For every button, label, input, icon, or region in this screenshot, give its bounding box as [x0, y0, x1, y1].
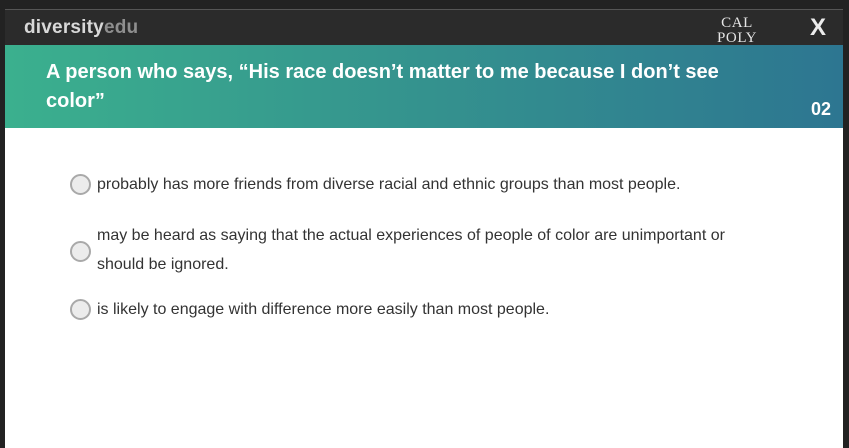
quiz-window: diversityedu CAL POLY Student Affairs X … — [5, 9, 843, 448]
answer-option-3[interactable]: is likely to engage with difference more… — [70, 295, 630, 324]
radio-button-icon[interactable] — [70, 241, 91, 262]
answer-option-2[interactable]: may be heard as saying that the actual e… — [70, 221, 810, 279]
cal-poly-logo-text: CAL POLY — [701, 16, 773, 48]
close-button[interactable]: X — [804, 13, 832, 43]
answer-option-3-label: is likely to engage with difference more… — [97, 301, 550, 318]
cal-poly-logo: CAL POLY Student Affairs — [701, 16, 773, 54]
question-text: A person who says, “His race doesn’t mat… — [46, 61, 719, 112]
answer-option-2-label-line2: should be ignored. — [97, 256, 229, 273]
question-banner: A person who says, “His race doesn’t mat… — [5, 45, 843, 128]
radio-button-icon[interactable] — [70, 299, 91, 320]
answer-option-1-label: probably has more friends from diverse r… — [97, 176, 681, 193]
question-number: 02 — [810, 99, 831, 119]
brand-name-part1: diversity — [24, 17, 104, 38]
brand-name-part2: edu — [103, 17, 139, 38]
radio-button-icon[interactable] — [70, 174, 91, 195]
answer-option-2-label-line1: may be heard as saying that the actual e… — [97, 227, 725, 244]
answer-option-1[interactable]: probably has more friends from diverse r… — [70, 170, 770, 199]
brand-logo: diversityedu — [24, 17, 138, 39]
top-bar: diversityedu CAL POLY Student Affairs X — [5, 9, 843, 54]
